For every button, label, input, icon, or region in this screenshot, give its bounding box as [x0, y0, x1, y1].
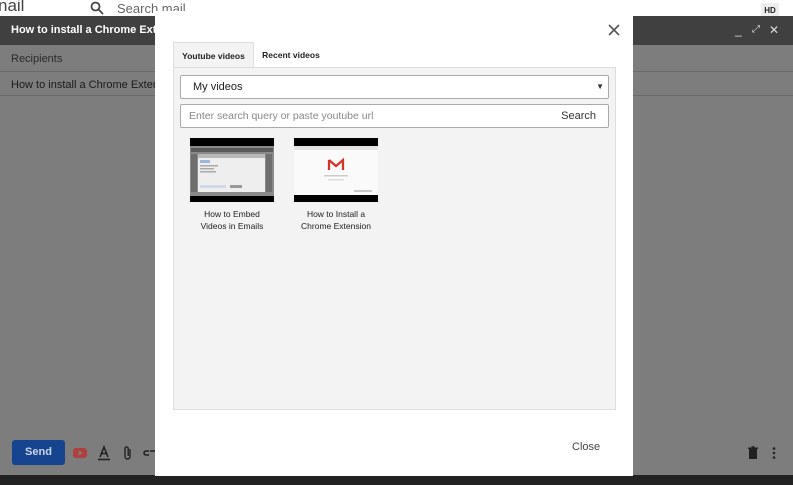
more-options-icon[interactable]: [766, 445, 782, 461]
recipients-field[interactable]: Recipients: [11, 53, 62, 65]
bottom-strip: [0, 475, 793, 485]
chevron-down-icon: ▼: [596, 82, 604, 91]
close-button[interactable]: Close: [572, 441, 600, 453]
text-format-icon[interactable]: [96, 445, 112, 461]
tab-recent-videos[interactable]: Recent videos: [256, 42, 326, 68]
video-thumbnail-image: [190, 138, 274, 202]
youtube-icon[interactable]: [72, 445, 88, 461]
close-icon[interactable]: [607, 23, 621, 37]
gmail-logo-text: nail: [0, 0, 25, 15]
hd-badge: HD: [761, 3, 779, 16]
search-field: Search: [180, 104, 609, 128]
video-thumbnail[interactable]: [294, 138, 378, 202]
search-icon[interactable]: [90, 1, 104, 15]
video-title: How to Embed Videos in Emails: [200, 209, 264, 231]
fullscreen-icon[interactable]: ⤢: [752, 23, 760, 37]
trash-icon[interactable]: [745, 445, 761, 461]
videos-panel: My videos ▼ Search: [173, 67, 616, 410]
video-thumbnail-image: [294, 138, 378, 202]
video-title: How to Install a Chrome Extension: [301, 209, 371, 231]
close-compose-icon[interactable]: ✕: [769, 23, 779, 37]
attach-icon[interactable]: [120, 445, 136, 461]
compose-title: How to install a Chrome Extension: [11, 24, 156, 36]
search-button[interactable]: Search: [561, 110, 596, 122]
minimize-icon[interactable]: _: [735, 23, 742, 37]
video-source-select[interactable]: My videos ▼: [180, 75, 609, 99]
video-thumbnail[interactable]: [190, 138, 274, 202]
tab-youtube-videos[interactable]: Youtube videos: [173, 42, 254, 68]
video-item[interactable]: How to Install a Chrome Extension: [294, 138, 378, 232]
search-input[interactable]: [189, 108, 529, 124]
subject-field[interactable]: How to install a Chrome Extension: [11, 79, 156, 91]
youtube-video-dialog: Youtube videos Recent videos My videos ▼…: [155, 11, 633, 476]
video-item[interactable]: How to Embed Videos in Emails: [190, 138, 274, 232]
link-icon[interactable]: [143, 445, 155, 461]
select-value: My videos: [193, 81, 243, 93]
send-button[interactable]: Send: [12, 440, 65, 465]
